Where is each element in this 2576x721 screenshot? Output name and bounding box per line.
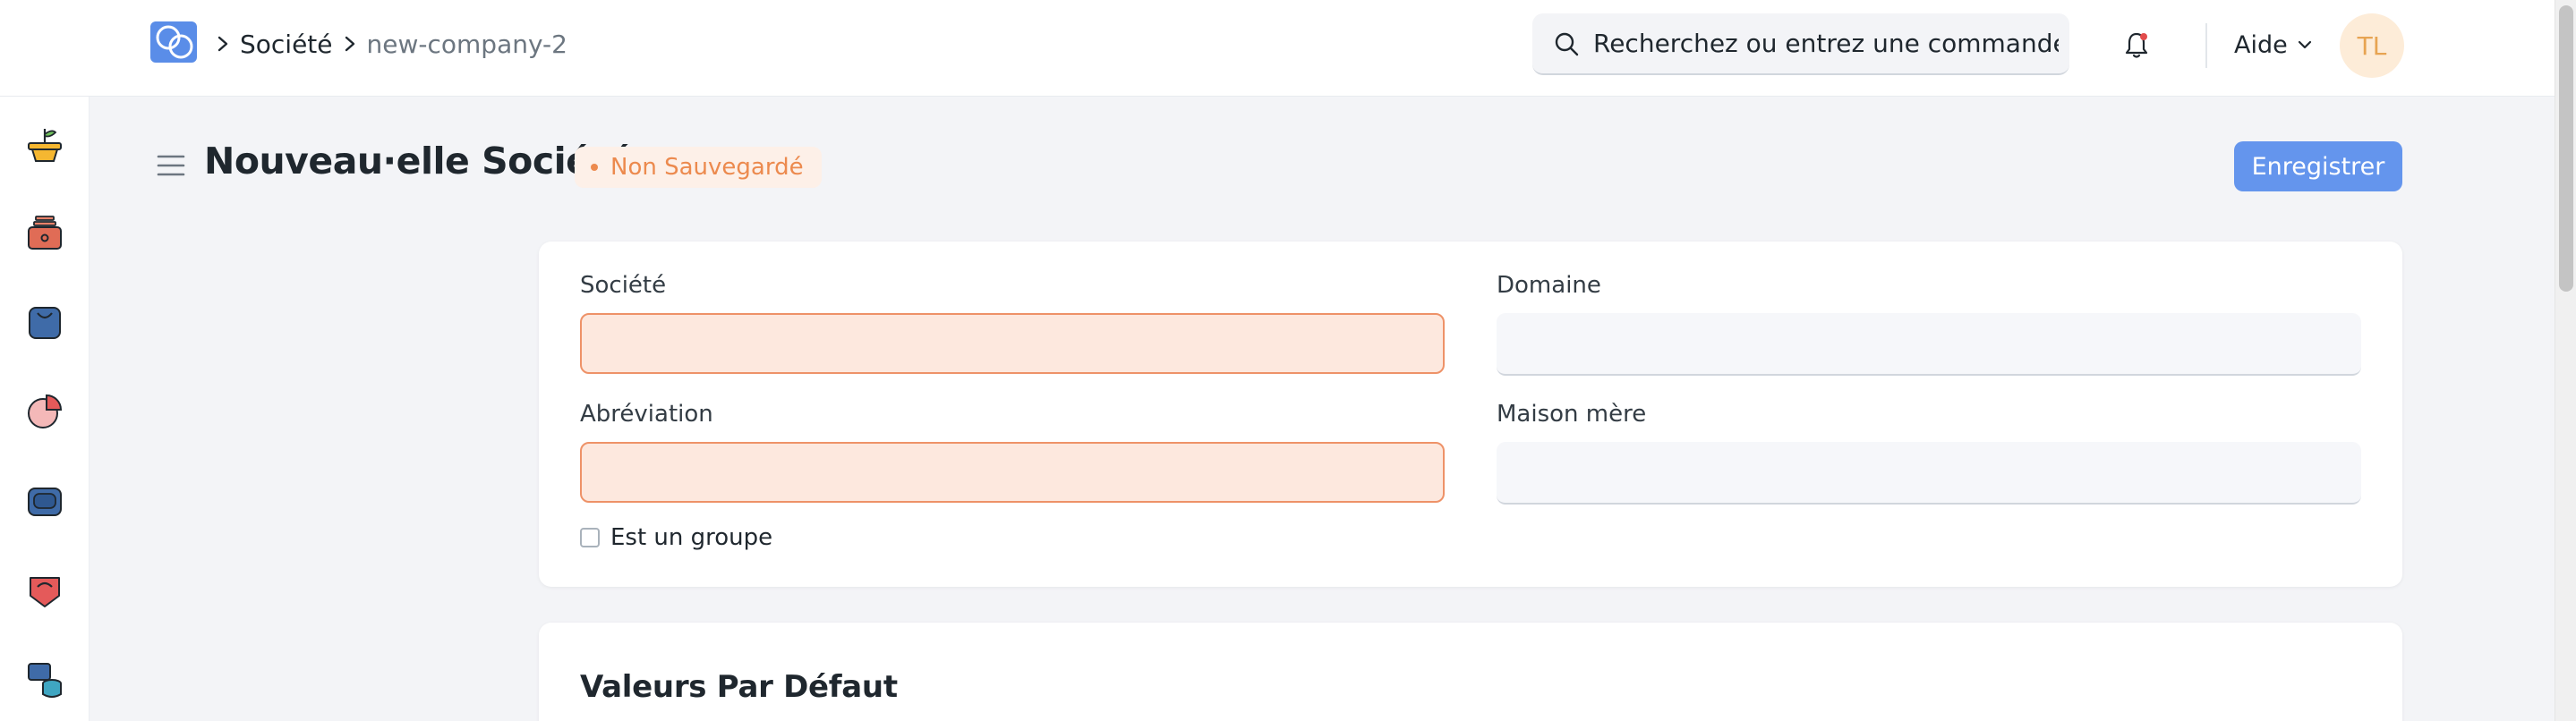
is-group-row: Est un groupe (580, 524, 772, 551)
save-button[interactable]: Enregistrer (2234, 141, 2402, 191)
app-logo[interactable] (150, 21, 197, 63)
page-scrollbar[interactable] (2555, 0, 2576, 721)
company-label: Société (580, 272, 667, 299)
abbreviation-label: Abréviation (580, 401, 713, 428)
database-icon[interactable] (25, 660, 64, 700)
top-navbar: Société new-company-2 Aide TL (0, 0, 2576, 97)
help-label: Aide (2234, 30, 2288, 59)
sidebar (0, 97, 90, 721)
is-group-label: Est un groupe (610, 524, 773, 551)
breadcrumb-current[interactable]: new-company-2 (367, 30, 567, 59)
breadcrumb-parent-link[interactable]: Société (240, 30, 333, 59)
status-text: Non Sauvegardé (610, 154, 804, 181)
support-icon[interactable] (25, 571, 64, 610)
section-title: Valeurs Par Défaut (580, 669, 898, 705)
search-box[interactable] (1532, 13, 2069, 75)
search-input[interactable] (1593, 29, 2059, 58)
domain-field[interactable] (1497, 313, 2361, 376)
plant-pot-icon[interactable] (25, 125, 64, 165)
defaults-section-card: Valeurs Par Défaut (539, 623, 2402, 721)
parent-company-field[interactable] (1497, 442, 2361, 505)
pie-chart-icon[interactable] (25, 392, 64, 431)
abbreviation-field[interactable] (580, 442, 1445, 503)
search-icon (1555, 32, 1579, 55)
status-badge: Non Sauvegardé (575, 147, 822, 188)
navbar-divider (2205, 23, 2207, 68)
cash-register-icon[interactable] (25, 213, 64, 252)
hamburger-menu-icon[interactable] (156, 152, 186, 179)
bell-icon[interactable] (2123, 30, 2150, 61)
status-dot (591, 164, 598, 171)
scrollbar-thumb[interactable] (2559, 5, 2573, 292)
user-avatar[interactable]: TL (2340, 13, 2404, 78)
chevron-down-icon (2298, 40, 2311, 49)
help-dropdown[interactable]: Aide (2234, 27, 2313, 63)
is-group-checkbox[interactable] (580, 528, 600, 547)
domain-label: Domaine (1497, 272, 1601, 299)
chevron-right-icon (344, 35, 356, 53)
page-title: Nouveau·elle Société (204, 140, 632, 182)
drive-icon[interactable] (25, 481, 64, 521)
breadcrumb: Société new-company-2 (217, 25, 567, 63)
chevron-right-icon (217, 35, 229, 53)
shopping-bag-icon[interactable] (25, 302, 64, 342)
company-form-card: Société Domaine Abréviation Maison mère … (539, 242, 2402, 587)
company-field[interactable] (580, 313, 1445, 374)
parent-company-label: Maison mère (1497, 401, 1647, 428)
